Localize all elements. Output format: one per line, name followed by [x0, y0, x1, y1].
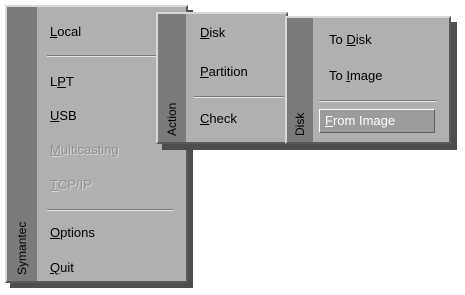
- menu-item-to-disk-rest: isk: [355, 32, 372, 47]
- menu-item-disk[interactable]: Disk: [200, 25, 225, 40]
- menu-item-options[interactable]: Options: [50, 225, 95, 240]
- menu-item-lpt-accel: P: [57, 74, 66, 89]
- menu-item-disk-rest: isk: [209, 25, 226, 40]
- menu-item-check-rest: heck: [209, 111, 237, 126]
- menu-item-from-image[interactable]: From Image: [319, 109, 435, 133]
- menu-item-to-disk[interactable]: To Disk: [329, 32, 372, 47]
- menu-item-from-image-accel: F: [325, 113, 333, 128]
- menu-item-multicasting-rest: ulticasting: [60, 142, 119, 157]
- action-menu-strip-label: Action: [165, 102, 179, 136]
- disk-menu-strip: Disk: [287, 18, 313, 142]
- menu-separator: [47, 55, 173, 57]
- action-menu-strip: Action: [158, 14, 186, 142]
- menu-item-partition-rest: artition: [208, 64, 248, 79]
- menu-item-quit-accel: Q: [50, 260, 61, 275]
- disk-menu: Disk To Disk To Image From Image: [285, 16, 451, 144]
- menu-item-usb-accel: U: [50, 108, 60, 123]
- menu-item-quit[interactable]: Quit: [50, 260, 74, 275]
- menu-item-to-disk-accel: D: [346, 32, 356, 47]
- menu-item-to-image-pre: To: [329, 68, 347, 83]
- menu-separator: [319, 100, 437, 102]
- menu-item-local[interactable]: Local: [50, 24, 81, 39]
- menu-item-to-image[interactable]: To Image: [329, 68, 383, 83]
- menu-item-partition[interactable]: Partition: [200, 64, 248, 79]
- action-menu: Action Disk Partition Check: [156, 12, 288, 144]
- menu-item-usb[interactable]: USB: [50, 108, 77, 123]
- menu-separator: [47, 209, 173, 211]
- menu-item-usb-rest: SB: [59, 108, 77, 123]
- menu-item-local-rest: ocal: [57, 24, 82, 39]
- menu-item-quit-rest: uit: [60, 260, 74, 275]
- menu-item-tcpip[interactable]: TCP/IP: [50, 177, 92, 192]
- menu-item-tcpip-accel: T: [50, 177, 58, 192]
- menu-item-options-rest: ptions: [60, 225, 95, 240]
- menu-item-to-disk-pre: To: [329, 32, 347, 47]
- menu-item-lpt-rest: T: [65, 74, 74, 89]
- menu-item-from-image-rest: rom Image: [332, 113, 396, 128]
- menu-item-to-image-rest: mage: [349, 68, 383, 83]
- menu-item-partition-accel: P: [200, 64, 209, 79]
- menu-item-options-accel: O: [50, 225, 61, 240]
- disk-menu-strip-label: Disk: [293, 112, 307, 136]
- main-menu-strip-label: Symantec: [15, 221, 29, 275]
- menu-item-check[interactable]: Check: [200, 111, 237, 126]
- menu-item-tcpip-rest: CP/IP: [57, 177, 92, 192]
- menu-item-from-image-label: From Image: [325, 113, 395, 128]
- menu-item-multicasting-accel: M: [50, 142, 61, 157]
- main-menu-strip: Symantec: [7, 7, 37, 281]
- menu-item-multicasting[interactable]: Multicasting: [50, 142, 119, 157]
- menu-item-disk-accel: D: [200, 25, 210, 40]
- menu-item-lpt[interactable]: LPT: [50, 74, 74, 89]
- menu-separator: [194, 96, 284, 98]
- menu-item-check-accel: C: [200, 111, 210, 126]
